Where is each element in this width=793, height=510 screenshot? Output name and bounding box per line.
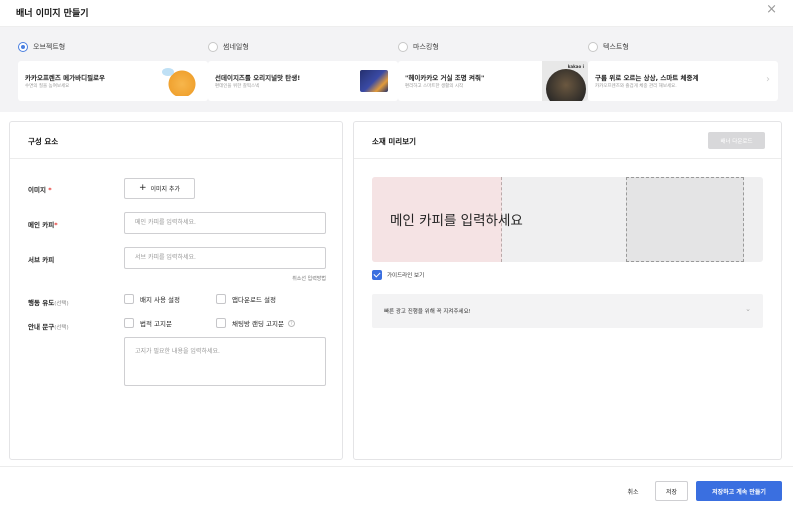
checkbox-label: 법적 고지문	[140, 320, 172, 328]
card-title: 구름 위로 오르는 상상, 스마트 체중계	[595, 74, 699, 82]
type-card-masking[interactable]: "헤이카카오 거실 조명 켜줘" 편리하고 스마트한 생활의 시작 kakao …	[398, 61, 588, 101]
type-option-thumbnail[interactable]: 썸네일형 선데이지즈를 오리지널맛 탄생! 편데인을 위한 찰떡스넥	[208, 41, 398, 101]
type-option-text[interactable]: 텍스트형 구름 위로 오르는 상상, 스마트 체중계 카카오프렌즈와 즐겁게 체…	[588, 41, 778, 101]
plus-icon: +	[138, 183, 147, 193]
card-thumbnail	[360, 70, 388, 92]
radio-text[interactable]	[588, 42, 598, 52]
checkbox-label: 배지 사용 설정	[140, 296, 181, 304]
card-subtitle: 수면의 질을 높여보세요	[25, 84, 70, 89]
radio-object[interactable]	[18, 42, 28, 52]
chevron-down-icon[interactable]: ⌄	[745, 305, 751, 313]
strike-hint-link[interactable]: 취소선 입력방법	[292, 275, 326, 282]
chat-landing-checkbox[interactable]: 채팅방 랜딩 고지문 ?	[216, 318, 295, 328]
save-continue-button[interactable]: 저장하고 계속 만들기	[696, 481, 782, 501]
info-icon[interactable]: ?	[287, 319, 295, 327]
label-text: 행동 유도	[28, 299, 55, 307]
close-icon[interactable]: ×	[766, 3, 777, 17]
card-title: "헤이카카오 거실 조명 켜줘"	[405, 74, 485, 82]
app-download-checkbox[interactable]: 앱다운로드 설정	[216, 294, 276, 304]
guide-accordion[interactable]: 빠른 광고 진행을 위해 꼭 지켜주세요! ⌄	[372, 294, 763, 328]
card-title: 카카오프렌즈 메가바디필로우	[25, 74, 106, 82]
main-copy-input[interactable]: 메인 카피를 입력하세요.	[124, 212, 326, 234]
optional-mark: (선택)	[54, 301, 69, 307]
add-image-button[interactable]: + 이미지 추가	[124, 178, 195, 199]
checkbox-box[interactable]	[124, 318, 134, 328]
card-thumbnail	[162, 66, 198, 96]
dialog-header: 배너 이미지 만들기 ×	[0, 0, 793, 26]
checkbox-checked[interactable]	[372, 270, 382, 280]
banner-download-button[interactable]: 배너 다운로드	[708, 132, 765, 149]
type-label: 마스킹형	[413, 43, 439, 51]
radio-masking[interactable]	[398, 42, 408, 52]
card-subtitle: 편리하고 스마트한 생활의 시작	[405, 84, 464, 89]
banner-type-selector: 오브젝트형 카카오프렌즈 메가바디필로우 수면의 질을 높여보세요 썸네일형 선…	[0, 26, 793, 112]
checkbox-box[interactable]	[216, 318, 226, 328]
dialog-footer: 취소 저장 저장하고 계속 만들기	[0, 466, 793, 510]
sub-copy-label: 서브 카피	[28, 254, 54, 264]
checkbox-box[interactable]	[216, 294, 226, 304]
cancel-button[interactable]: 취소	[618, 481, 648, 501]
type-label: 오브젝트형	[33, 43, 66, 51]
notice-textarea[interactable]: 고지가 필요한 내용을 입력하세요.	[124, 337, 326, 386]
panel-header: 소재 미리보기 배너 다운로드	[354, 122, 781, 159]
card-thumbnail: kakao i	[542, 61, 588, 101]
type-card-text[interactable]: 구름 위로 오르는 상상, 스마트 체중계 카카오프렌즈와 즐겁게 체중 관리 …	[588, 61, 778, 101]
badge-checkbox[interactable]: 배지 사용 설정	[124, 294, 180, 304]
type-card-thumbnail[interactable]: 선데이지즈를 오리지널맛 탄생! 편데인을 위한 찰떡스넥	[208, 61, 398, 101]
sub-copy-input[interactable]: 서브 카피를 입력하세요.	[124, 247, 326, 269]
required-mark: *	[54, 221, 58, 229]
label-text: 안내 문구	[28, 323, 55, 331]
panel-title: 구성 요소	[28, 137, 59, 146]
guideline-checkbox[interactable]: 가이드라인 보기	[372, 270, 424, 280]
image-guide-area	[626, 177, 744, 262]
action-label: 행동 유도(선택)	[28, 297, 69, 307]
radio-thumbnail[interactable]	[208, 42, 218, 52]
dialog-title: 배너 이미지 만들기	[16, 9, 89, 19]
notice-label: 안내 문구(선택)	[28, 321, 69, 331]
save-button[interactable]: 저장	[655, 481, 688, 501]
panel-header: 구성 요소	[10, 122, 342, 159]
type-card-object[interactable]: 카카오프렌즈 메가바디필로우 수면의 질을 높여보세요	[18, 61, 208, 101]
type-label: 텍스트형	[603, 43, 629, 51]
required-mark: *	[48, 186, 52, 194]
panel-title: 소재 미리보기	[372, 137, 417, 146]
checkbox-label: 채팅방 랜딩 고지문	[232, 320, 284, 328]
label-text: 이미지	[28, 186, 46, 194]
image-field-label: 이미지 *	[28, 184, 52, 194]
components-panel: 구성 요소 이미지 * + 이미지 추가 메인 카피* 메인 카피를 입력하세요…	[9, 121, 343, 460]
preview-panel: 소재 미리보기 배너 다운로드 메인 카피를 입력하세요 가이드라인 보기 빠른…	[353, 121, 782, 460]
type-option-masking[interactable]: 마스킹형 "헤이카카오 거실 조명 켜줘" 편리하고 스마트한 생활의 시작 k…	[398, 41, 588, 101]
main-copy-label: 메인 카피*	[28, 219, 58, 229]
card-subtitle: 카카오프렌즈와 즐겁게 체중 관리 해보세요.	[595, 84, 677, 89]
optional-mark: (선택)	[54, 325, 69, 331]
chevron-right-icon[interactable]: ›	[766, 74, 770, 85]
type-option-object[interactable]: 오브젝트형 카카오프렌즈 메가바디필로우 수면의 질을 높여보세요	[18, 41, 208, 101]
checkbox-label: 가이드라인 보기	[387, 273, 425, 279]
card-title: 선데이지즈를 오리지널맛 탄생!	[215, 74, 301, 82]
preview-main-copy: 메인 카피를 입력하세요	[390, 213, 523, 229]
checkbox-box[interactable]	[124, 294, 134, 304]
label-text: 메인 카피	[28, 221, 55, 229]
checkbox-label: 앱다운로드 설정	[232, 296, 276, 304]
add-image-label: 이미지 추가	[150, 186, 181, 193]
thumbnail-logo-text: kakao i	[567, 64, 584, 69]
card-subtitle: 편데인을 위한 찰떡스넥	[215, 84, 260, 89]
accordion-title: 빠른 광고 진행을 위해 꼭 지켜주세요!	[384, 309, 471, 315]
legal-notice-checkbox[interactable]: 법적 고지문	[124, 318, 172, 328]
masked-image	[546, 69, 586, 101]
label-text: 서브 카피	[28, 256, 55, 264]
type-label: 썸네일형	[223, 43, 249, 51]
banner-preview: 메인 카피를 입력하세요	[372, 177, 763, 262]
